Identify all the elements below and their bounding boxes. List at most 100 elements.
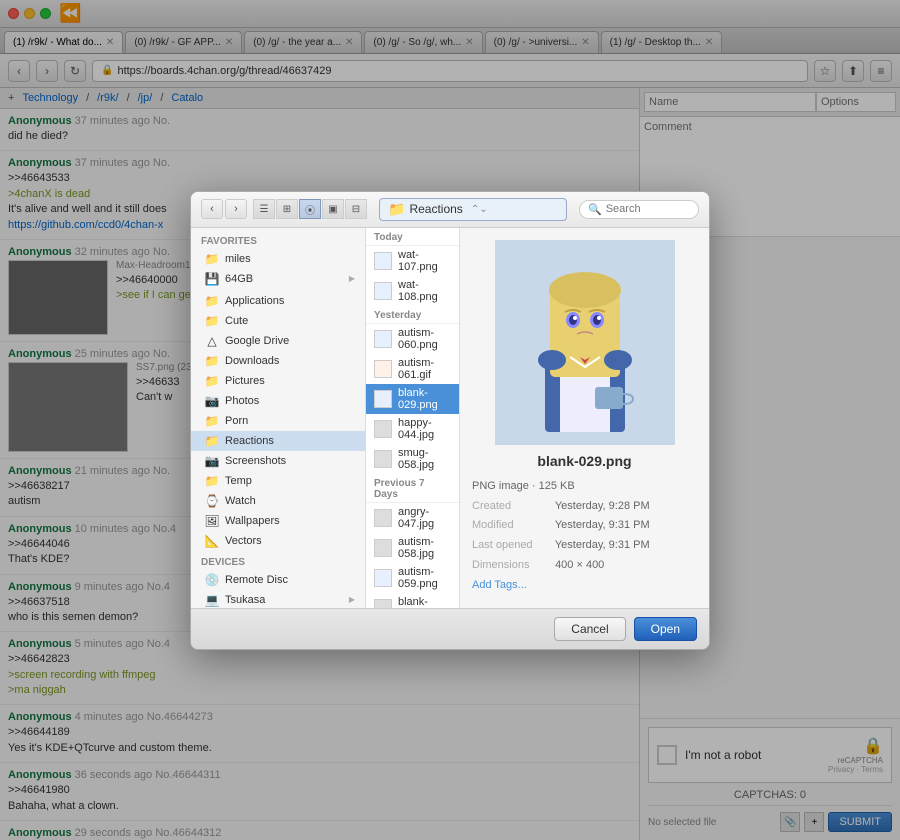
sidebar-label: Watch [225, 495, 355, 507]
dialog-sidebar: Favorites 📁 miles 💾 64GB ▶ [191, 228, 366, 608]
folder-icon: 📁 [205, 314, 219, 328]
sidebar-item-watch[interactable]: ⌚ Watch [191, 491, 365, 511]
search-input[interactable] [606, 203, 686, 215]
sidebar-item-wallpapers[interactable]: 🖼 Wallpapers [191, 511, 365, 531]
watch-icon: ⌚ [205, 494, 219, 508]
file-item[interactable]: autism-060.png [366, 324, 459, 354]
add-tags-link[interactable]: Add Tags... [472, 579, 527, 591]
preview-dimensions: Dimensions 400 × 400 [472, 556, 697, 576]
dialog-back-button[interactable]: ‹ [201, 199, 223, 219]
preview-svg [495, 240, 675, 445]
photos-icon: 📷 [205, 394, 219, 408]
sidebar-label: Wallpapers [225, 515, 355, 527]
favorites-section: Favorites 📁 miles 💾 64GB ▶ [191, 232, 365, 289]
file-thumbnail [374, 599, 392, 608]
folder-dropdown-icon[interactable]: ⌃⌄ [471, 204, 488, 215]
file-name: blank-027.jpg [398, 596, 451, 608]
sidebar-item-googledrive[interactable]: △ Google Drive [191, 331, 365, 351]
file-item[interactable]: angry-047.jpg [366, 503, 459, 533]
sidebar-label: Screenshots [225, 455, 355, 467]
file-name: wat-108.png [398, 279, 451, 303]
vectors-icon: 📐 [205, 534, 219, 548]
file-name: happy-044.jpg [398, 417, 451, 441]
file-item[interactable]: autism-059.png [366, 563, 459, 593]
preview-image [475, 240, 695, 445]
file-name: angry-047.jpg [398, 506, 451, 530]
search-box[interactable]: 🔍 [579, 200, 699, 219]
view-column-button[interactable]: ⦿ [299, 199, 321, 219]
sidebar-item-cute[interactable]: 📁 Cute [191, 311, 365, 331]
sidebar-item-pictures[interactable]: 📁 Pictures [191, 371, 365, 391]
open-button[interactable]: Open [634, 617, 697, 641]
file-item[interactable]: smug-058.jpg [366, 444, 459, 474]
view-icon-button[interactable]: ⊞ [276, 199, 298, 219]
sidebar-item-photos[interactable]: 📷 Photos [191, 391, 365, 411]
view-list-button[interactable]: ☰ [253, 199, 275, 219]
sidebar-label: Reactions [225, 435, 355, 447]
folder-icon: 📁 [205, 252, 219, 266]
sidebar-label: Remote Disc [225, 574, 355, 586]
preview-type: PNG image · 125 KB [472, 477, 697, 497]
file-item[interactable]: autism-058.jpg [366, 533, 459, 563]
folder-icon: 📁 [205, 354, 219, 368]
sidebar-label: Google Drive [225, 335, 355, 347]
preview-meta: PNG image · 125 KB Created Yesterday, 9:… [472, 477, 697, 596]
wallpaper-icon: 🖼 [205, 514, 219, 528]
folder-icon: 📁 [205, 474, 219, 488]
file-name: wat-107.png [398, 249, 451, 273]
cancel-button[interactable]: Cancel [554, 617, 625, 641]
sidebar-item-64gb[interactable]: 💾 64GB ▶ [191, 269, 365, 289]
preview-last-opened: Last opened Yesterday, 9:31 PM [472, 536, 697, 556]
sidebar-item-applications[interactable]: 📁 Applications [191, 291, 365, 311]
dialog-toolbar: ‹ › ☰ ⊞ ⦿ ▣ ⊟ 📁 Reactions ⌃⌄ 🔍 [191, 192, 709, 228]
sidebar-item-screenshots[interactable]: 📷 Screenshots [191, 451, 365, 471]
sidebar-label: 64GB [225, 273, 343, 285]
sidebar-label: Temp [225, 475, 355, 487]
preview-info: blank-029.png PNG image · 125 KB Created… [472, 453, 697, 596]
folder-icon: 📁 [205, 434, 219, 448]
sidebar-item-porn[interactable]: 📁 Porn [191, 411, 365, 431]
sidebar-item-tsukasa[interactable]: 💻 Tsukasa ▶ [191, 590, 365, 608]
sidebar-label: Vectors [225, 535, 355, 547]
expand-icon: ▶ [349, 595, 355, 604]
file-name: autism-058.jpg [398, 536, 451, 560]
folder-name: Reactions [409, 202, 462, 216]
file-list: Today wat-107.png wat-108.png Yesterday … [366, 228, 459, 608]
dialog-nav: ‹ › [201, 199, 247, 219]
devices-title: Devices [191, 553, 365, 570]
files-section: 📁 Applications 📁 Cute △ Google Drive [191, 291, 365, 551]
sidebar-label: Cute [225, 315, 355, 327]
file-item[interactable]: autism-061.gif [366, 354, 459, 384]
sidebar-item-miles[interactable]: 📁 miles [191, 249, 365, 269]
file-thumbnail [374, 420, 392, 438]
file-thumbnail [374, 252, 392, 270]
sidebar-label: Applications [225, 295, 355, 307]
file-item-selected[interactable]: blank-029.png [366, 384, 459, 414]
sidebar-item-remotedisc[interactable]: 💿 Remote Disc [191, 570, 365, 590]
sidebar-label: miles [225, 253, 355, 265]
file-thumbnail [374, 450, 392, 468]
date-group-yesterday: Yesterday [366, 306, 459, 324]
sidebar-item-downloads[interactable]: 📁 Downloads [191, 351, 365, 371]
file-item[interactable]: wat-107.png [366, 246, 459, 276]
file-item[interactable]: blank-027.jpg [366, 593, 459, 608]
sidebar-item-temp[interactable]: 📁 Temp [191, 471, 365, 491]
preview-created: Created Yesterday, 9:28 PM [472, 497, 697, 517]
dialog-forward-button[interactable]: › [225, 199, 247, 219]
file-name: autism-061.gif [398, 357, 451, 381]
sidebar-item-vectors[interactable]: 📐 Vectors [191, 531, 365, 551]
file-item[interactable]: wat-108.png [366, 276, 459, 306]
file-thumbnail [374, 282, 392, 300]
screenshot-icon: 📷 [205, 454, 219, 468]
view-coverflow-button[interactable]: ⊟ [345, 199, 367, 219]
file-item[interactable]: happy-044.jpg [366, 414, 459, 444]
view-cover-button[interactable]: ▣ [322, 199, 344, 219]
file-thumbnail [374, 509, 392, 527]
file-thumbnail [374, 360, 392, 378]
sidebar-label: Photos [225, 395, 355, 407]
file-name: autism-060.png [398, 327, 451, 351]
folder-path: 📁 Reactions ⌃⌄ [379, 198, 567, 221]
disc-icon: 💿 [205, 573, 219, 587]
sidebar-item-reactions[interactable]: 📁 Reactions [191, 431, 365, 451]
folder-icon: 📁 [205, 414, 219, 428]
